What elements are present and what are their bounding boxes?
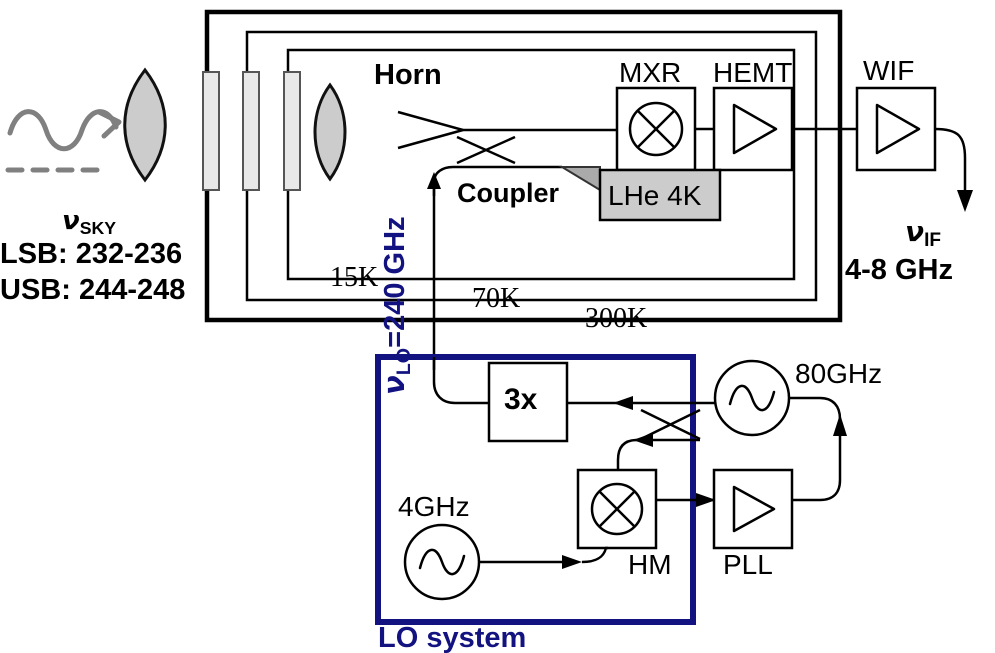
- wif-label: WIF: [863, 55, 915, 86]
- if-output-arrow: [934, 127, 973, 212]
- lo-frequency-label: νLO=240 GHz: [377, 216, 415, 395]
- nu-if-label: νIF: [905, 215, 941, 252]
- multiplier-3x-label: 3x: [504, 383, 538, 416]
- stage-label-300k: 300K: [585, 303, 648, 334]
- lo-frequency-value: =240 GHz: [379, 216, 411, 348]
- nu-symbol: ν: [62, 206, 80, 236]
- source-to-multiplier-line: [567, 396, 720, 410]
- lens-icon-outer: [123, 67, 167, 183]
- lo-multiplier-output-path: [432, 357, 489, 405]
- mxr-label: MXR: [619, 57, 682, 88]
- usb-label: USB: 244-248: [0, 274, 186, 306]
- harmonic-mixer-box: [576, 468, 658, 550]
- horn-icon: [397, 110, 464, 150]
- lo-injection-line: [427, 172, 441, 370]
- horn-label: Horn: [374, 59, 442, 91]
- pll-label: PLL: [723, 549, 773, 580]
- nu-lo-subscript: LO: [392, 347, 415, 376]
- nu-symbol-lo: ν: [377, 375, 411, 395]
- stage-label-70k: 70K: [472, 283, 521, 314]
- lsb-label: LSB: 232-236: [0, 238, 183, 270]
- hm-label: HM: [628, 549, 672, 580]
- coupler-cross-icon: [456, 135, 516, 165]
- nu-sky-label: νSKY: [62, 205, 117, 238]
- nu-sky-subscript: SKY: [79, 217, 117, 238]
- source-80ghz-label: 80GHz: [795, 358, 883, 389]
- window-plate-70k: [242, 71, 260, 191]
- pll-feedback-path: [789, 396, 847, 502]
- receiver-block-diagram: [5, 9, 973, 625]
- window-plate-15k: [283, 71, 301, 191]
- lens-icon-inner: [313, 82, 347, 182]
- diagram-canvas: νSKY LSB: 232-236 USB: 244-248 Horn Coup…: [0, 0, 995, 653]
- if-band-label: 4-8 GHz: [845, 254, 953, 286]
- ref-to-hm-path: [479, 546, 608, 569]
- hemt-amplifier-box: [712, 86, 794, 172]
- oscillator-4ghz: [403, 523, 481, 601]
- lo-system-title: LO system: [378, 622, 527, 653]
- oscillator-80ghz: [713, 359, 791, 437]
- lhe-4k-label: LHe 4K: [608, 180, 702, 211]
- window-plate-300k: [202, 71, 220, 191]
- coupler-to-hm-path: [616, 433, 700, 470]
- wif-amplifier-box: [855, 86, 937, 172]
- nu-symbol-if: ν: [905, 215, 925, 248]
- stage-label-15k: 15K: [330, 262, 379, 293]
- hemt-label: HEMT: [713, 57, 793, 88]
- sine-wave-arrow-icon: [7, 109, 122, 152]
- hm-to-pll-line: [656, 493, 716, 507]
- nu-if-subscript: IF: [924, 230, 941, 252]
- source-4ghz-label: 4GHz: [398, 491, 470, 522]
- pll-box: [712, 468, 794, 550]
- coupler-label: Coupler: [457, 178, 560, 208]
- mixer-box-mxr: [615, 86, 697, 172]
